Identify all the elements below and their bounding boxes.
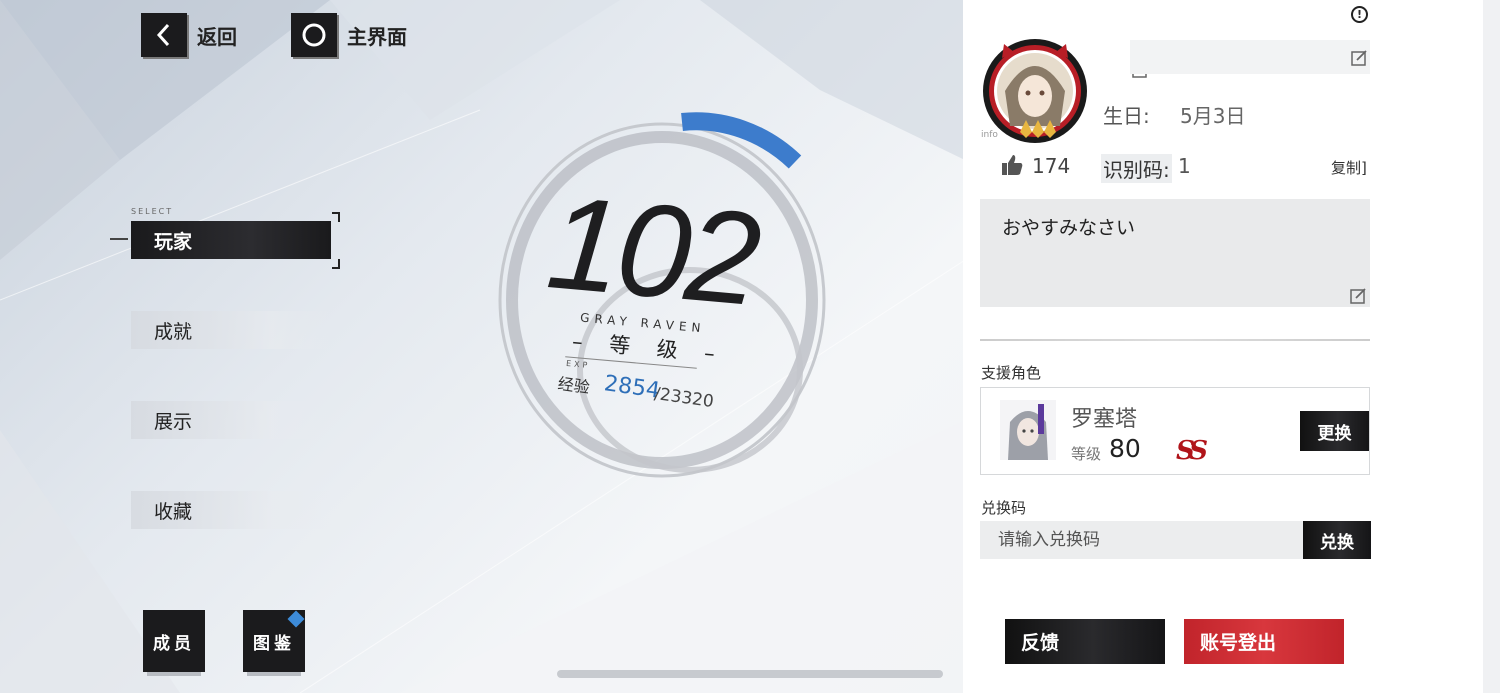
edit-field-icon[interactable] bbox=[1350, 49, 1368, 67]
logout-button[interactable]: 账号登出 bbox=[1184, 619, 1344, 664]
change-support-button[interactable]: 更换 bbox=[1300, 411, 1369, 451]
home-label: 主界面 bbox=[347, 24, 407, 49]
level-value: 102 bbox=[542, 168, 763, 333]
edit-signature-icon[interactable] bbox=[1349, 287, 1367, 305]
exp-label: 经验 bbox=[556, 373, 591, 398]
selection-bracket-bottom bbox=[332, 259, 340, 269]
uid-label: 识别码: bbox=[1101, 154, 1172, 183]
select-caption: SELECT bbox=[131, 207, 174, 216]
menu-item-collection[interactable]: 收藏 bbox=[131, 491, 331, 529]
signature-text: おやすみなさい bbox=[1002, 217, 1136, 239]
feedback-button[interactable]: 反馈 bbox=[1005, 619, 1165, 664]
members-button[interactable]: 成员 bbox=[143, 610, 205, 672]
archive-button[interactable]: 图鉴 bbox=[243, 610, 305, 672]
feedback-label: 反馈 bbox=[1021, 632, 1060, 654]
menu-item-label: 成就 bbox=[154, 320, 193, 343]
members-label: 成员 bbox=[153, 633, 195, 654]
page-scrollbar[interactable] bbox=[557, 670, 943, 678]
change-support-label: 更换 bbox=[1317, 423, 1352, 444]
name-field[interactable] bbox=[1130, 40, 1370, 74]
redeem-button-label: 兑换 bbox=[1320, 532, 1354, 553]
home-button[interactable]: 主界面 bbox=[291, 13, 407, 57]
back-arrow-icon bbox=[141, 13, 187, 57]
menu-item-player[interactable]: 玩家 bbox=[131, 221, 331, 259]
back-button[interactable]: 返回 bbox=[141, 13, 237, 57]
redeem-code-input[interactable] bbox=[980, 521, 1303, 559]
menu-item-label: 展示 bbox=[154, 410, 193, 433]
logout-label: 账号登出 bbox=[1200, 632, 1277, 654]
menu-item-showcase[interactable]: 展示 bbox=[131, 401, 331, 439]
menu-item-achievements[interactable]: 成就 bbox=[131, 311, 331, 349]
support-section-label: 支援角色 bbox=[981, 364, 1042, 382]
copy-uid-button[interactable]: 复制] bbox=[1331, 157, 1367, 178]
new-indicator-icon bbox=[287, 610, 305, 628]
menu-item-label: 玩家 bbox=[154, 230, 193, 253]
birthday-value: 5月3日 bbox=[1180, 104, 1246, 128]
selection-dash bbox=[110, 238, 128, 240]
support-character-name: 罗塞塔 bbox=[1071, 407, 1138, 432]
redeem-section-label: 兑换码 bbox=[981, 499, 1027, 517]
redeem-button[interactable]: 兑换 bbox=[1303, 521, 1371, 559]
selection-bracket-top bbox=[332, 212, 340, 222]
support-level-label: 等级 bbox=[1071, 445, 1102, 463]
avatar-info-tag: info bbox=[981, 130, 998, 140]
info-icon[interactable]: ! bbox=[1351, 6, 1368, 23]
uid-value: 1 bbox=[1178, 154, 1191, 178]
archive-label: 图鉴 bbox=[253, 633, 295, 654]
like-count: 174 bbox=[1032, 154, 1071, 178]
back-label: 返回 bbox=[197, 24, 237, 49]
panel-edge bbox=[1483, 0, 1500, 693]
support-character-portrait bbox=[1000, 400, 1056, 460]
signature-box[interactable]: おやすみなさい bbox=[980, 199, 1370, 307]
birthday-label: 生日: bbox=[1103, 104, 1150, 128]
panel-divider bbox=[980, 339, 1370, 341]
menu-item-label: 收藏 bbox=[154, 500, 193, 523]
support-level-value: 80 bbox=[1109, 434, 1141, 463]
thumbs-up-icon[interactable] bbox=[1001, 154, 1023, 176]
support-rank-badge: SS bbox=[1176, 436, 1208, 466]
home-circle-icon bbox=[291, 13, 337, 57]
